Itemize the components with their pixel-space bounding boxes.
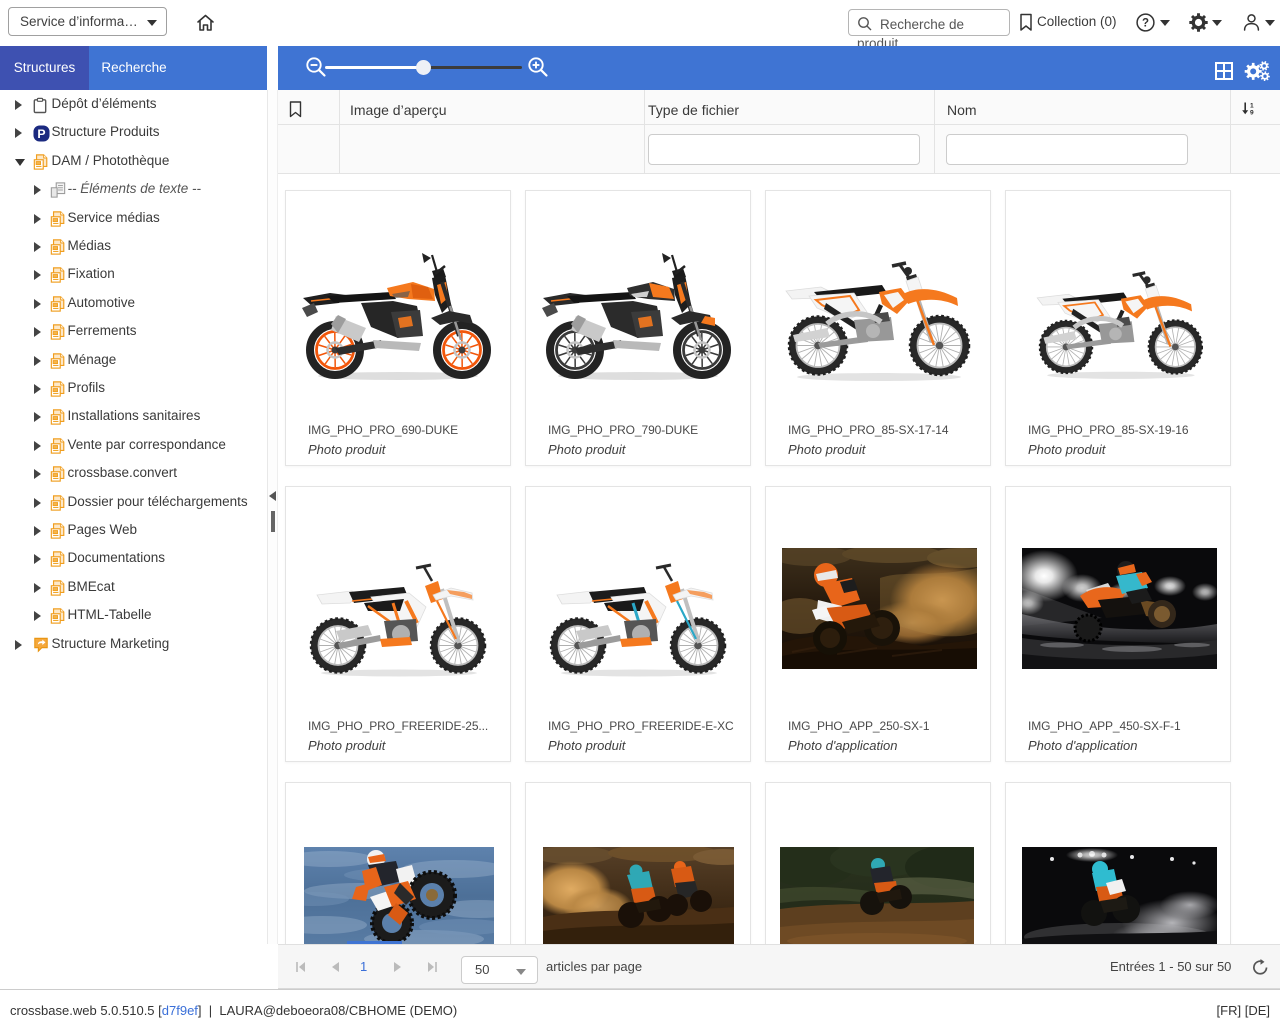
svg-text:1: 1 <box>1250 102 1254 109</box>
svg-text:P: P <box>37 127 45 141</box>
svg-text:9: 9 <box>1250 109 1254 116</box>
svg-text:?: ? <box>1142 18 1149 30</box>
